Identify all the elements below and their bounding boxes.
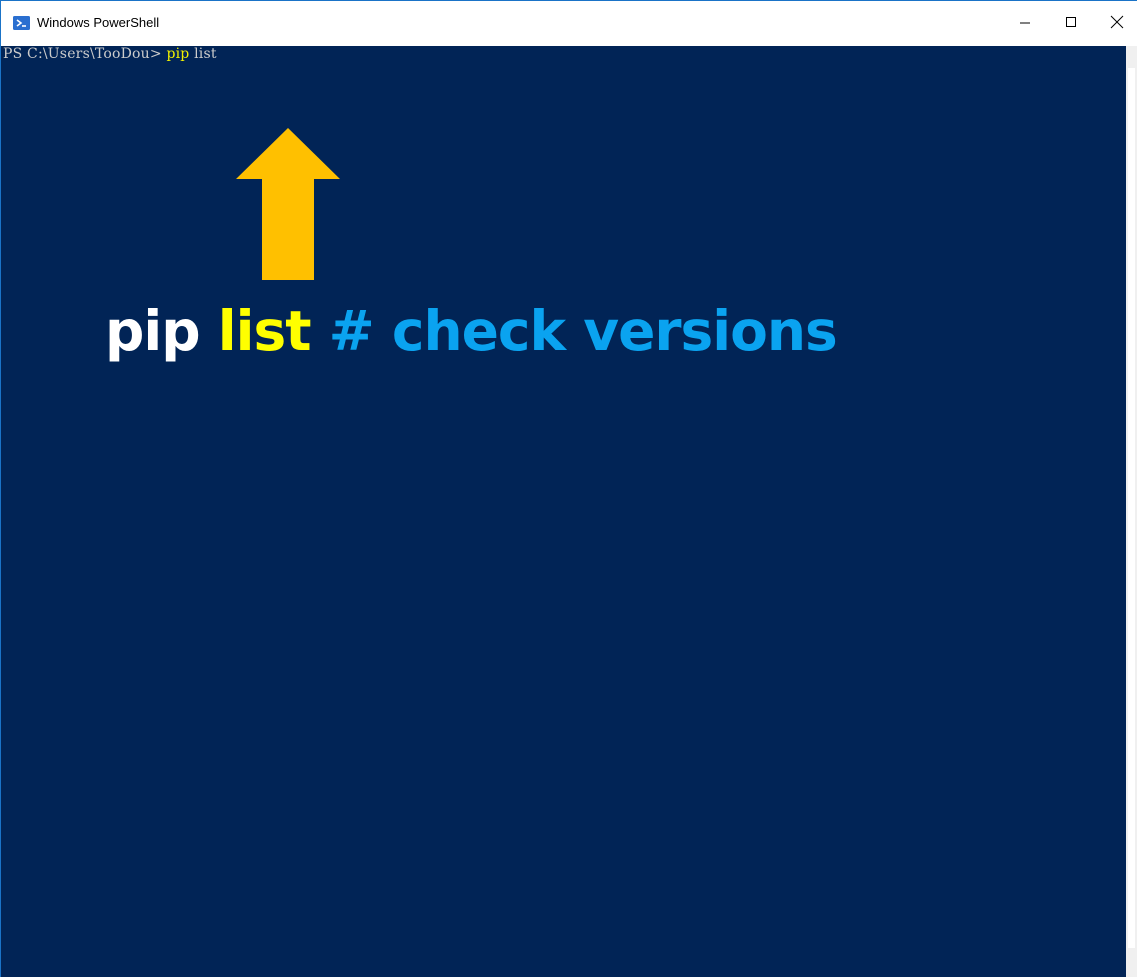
window-title: Windows PowerShell [37,15,160,30]
prompt-text: PS C:\Users\TooDou> [3,46,167,62]
minimize-button[interactable] [1002,1,1048,47]
minimize-icon [1019,15,1031,33]
annotation-comment: # check versions [310,299,838,363]
title-bar[interactable]: Windows PowerShell [1,0,1137,46]
vertical-scrollbar[interactable] [1126,46,1137,977]
up-arrow-icon [236,128,340,280]
maximize-button[interactable] [1048,1,1094,47]
annotation-caption: pip list # check versions [105,304,838,359]
console-area[interactable]: PS C:\Users\TooDou> pip list [1,46,1126,977]
annotation-pip: pip [105,299,218,363]
annotation-list: list [217,299,312,363]
prompt-line: PS C:\Users\TooDou> pip list [3,46,217,62]
powershell-window: Windows PowerShell PS C:\Users\TooDou> p… [0,0,1137,977]
scrollbar-thumb[interactable] [1128,68,1135,948]
command-argument: list [189,46,217,62]
powershell-icon[interactable] [13,16,30,30]
close-icon [1110,15,1124,34]
command-name: pip [166,46,190,62]
maximize-icon [1065,15,1077,33]
close-button[interactable] [1094,1,1137,47]
